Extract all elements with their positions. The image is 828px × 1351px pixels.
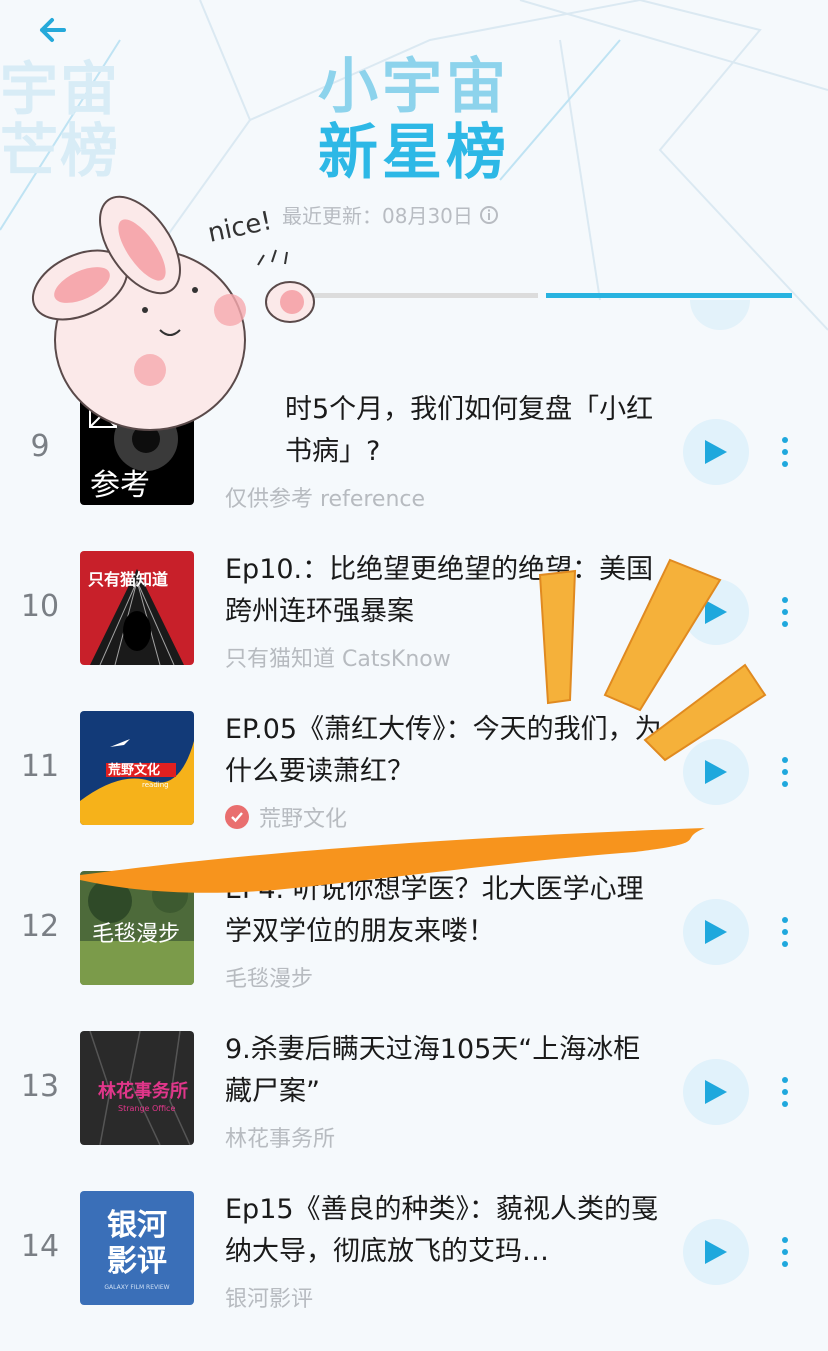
- episode-row[interactable]: 14 银河 影评 GALAXY FILM REVIEW Ep15《善良的种类》：…: [0, 1191, 828, 1351]
- play-button[interactable]: [683, 739, 749, 805]
- verified-icon: [225, 805, 249, 829]
- info-icon[interactable]: [479, 205, 499, 225]
- play-button[interactable]: [683, 419, 749, 485]
- play-icon: [705, 440, 727, 464]
- play-icon: [705, 1240, 727, 1264]
- rank-number: 9: [30, 429, 50, 464]
- cover-subtext: Strange Office: [118, 1104, 175, 1113]
- play-button[interactable]: [683, 1219, 749, 1285]
- episode-row[interactable]: 13 林花事务所 Strange Office 9.杀妻后瞒天过海105天“上海…: [0, 1031, 828, 1191]
- more-options-icon[interactable]: [770, 909, 800, 955]
- rank-number: 10: [20, 589, 60, 624]
- podcast-cover: 毛毯漫步: [80, 871, 194, 985]
- tab-indicator-active[interactable]: [546, 293, 792, 298]
- rank-number: 12: [20, 909, 60, 944]
- cover-subtext: GALAXY FILM REVIEW: [104, 1284, 169, 1291]
- play-button[interactable]: [683, 1059, 749, 1125]
- episode-title: 9.杀妻后瞒天过海105天“上海冰柜藏尸案”: [225, 1034, 641, 1107]
- play-icon: [705, 760, 727, 784]
- podcast-name: 银河影评: [225, 1287, 314, 1312]
- more-options-icon[interactable]: [770, 429, 800, 475]
- play-icon: [705, 600, 727, 624]
- page-title: 新星榜: [318, 118, 510, 188]
- more-options-icon[interactable]: [770, 1069, 800, 1115]
- cover-text: 林花事务所: [98, 1080, 188, 1102]
- cover-text: 银河: [107, 1208, 167, 1243]
- play-button[interactable]: [683, 579, 749, 645]
- cover-text-2: 影评: [107, 1244, 167, 1279]
- cover-text: 荒野文化: [107, 762, 160, 778]
- podcast-cover: 林花事务所 Strange Office: [80, 1031, 194, 1145]
- rank-number: 11: [20, 749, 60, 784]
- podcast-name: 林花事务所: [225, 1127, 336, 1152]
- podcast-cover: 参考: [80, 391, 194, 505]
- episode-row[interactable]: 10 只有猫知道 Ep10.：比绝望更绝望的绝望：美国跨州连环强暴案 只有猫知道…: [0, 551, 828, 711]
- episode-title: Ep15《善良的种类》：藐视人类的戛纳大导，彻底放飞的艾玛…: [225, 1194, 659, 1267]
- podcast-cover: 只有猫知道: [80, 551, 194, 665]
- page-title-top: 小宇宙: [318, 52, 510, 122]
- episode-title: 时5个月，我们如何复盘「小红书病」?: [285, 394, 654, 467]
- cover-text: 参考: [90, 468, 150, 503]
- podcast-name: 只有猫知道 CatsKnow: [225, 647, 451, 672]
- podcast-name: 毛毯漫步: [225, 967, 314, 992]
- more-options-icon[interactable]: [770, 749, 800, 795]
- tab-indicator-inactive[interactable]: [290, 293, 538, 298]
- more-options-icon[interactable]: [770, 1229, 800, 1275]
- cover-text: 只有猫知道: [88, 570, 168, 589]
- rank-number: 14: [20, 1229, 60, 1264]
- back-arrow-icon[interactable]: [34, 12, 74, 48]
- more-options-icon[interactable]: [770, 589, 800, 635]
- episode-title: Ep10.：比绝望更绝望的绝望：美国跨州连环强暴案: [225, 554, 654, 627]
- episode-row[interactable]: 12 毛毯漫步 EP4. 听说你想学医？北大医学心理学双学位的朋友来喽！ 毛毯漫…: [0, 871, 828, 1031]
- episode-title: EP4. 听说你想学医？北大医学心理学双学位的朋友来喽！: [225, 874, 644, 947]
- cover-subtext: reading: [142, 781, 169, 789]
- podcast-cover: 银河 影评 GALAXY FILM REVIEW: [80, 1191, 194, 1305]
- podcast-cover: 荒野文化 reading: [80, 711, 194, 825]
- play-button[interactable]: [683, 899, 749, 965]
- play-icon: [705, 920, 727, 944]
- decorative-chip: [80, 318, 94, 354]
- rank-number: 13: [20, 1069, 60, 1104]
- cover-text: 毛毯漫步: [92, 922, 180, 947]
- play-icon: [705, 1080, 727, 1104]
- episode-row[interactable]: 9 参考 时5个月，我们如何复盘「小红书病」? 仅供参考 reference: [0, 391, 828, 551]
- episode-title: EP.05《萧红大传》：今天的我们，为什么要读萧红？: [225, 714, 662, 787]
- podcast-name: 荒野文化: [225, 801, 347, 833]
- update-time: 最近更新：08月30日: [282, 200, 499, 229]
- episode-row[interactable]: 11 荒野文化 reading EP.05《萧红大传》：今天的我们，为什么要读萧…: [0, 711, 828, 871]
- podcast-name: 仅供参考 reference: [225, 487, 426, 512]
